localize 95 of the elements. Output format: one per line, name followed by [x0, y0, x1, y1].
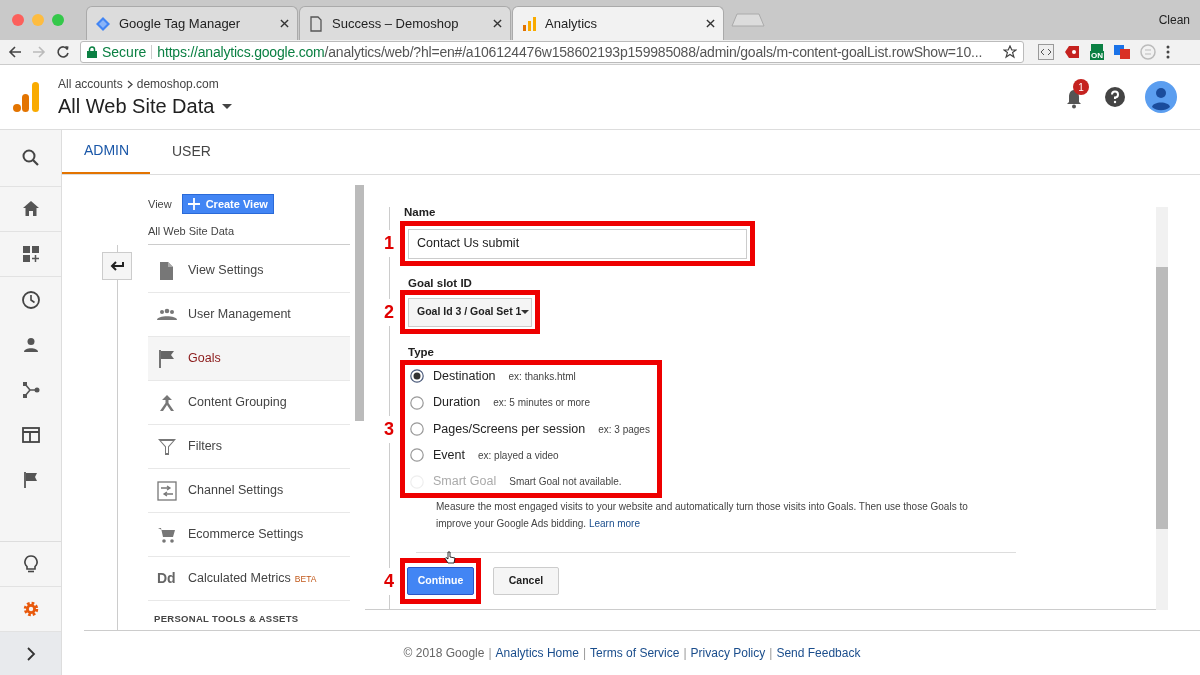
- radio-button[interactable]: [410, 369, 424, 384]
- help-icon[interactable]: [1105, 87, 1125, 107]
- nav-item[interactable]: Ecommerce Settings: [148, 513, 350, 557]
- nav-item[interactable]: Dd Calculated Metrics BETA: [148, 557, 350, 601]
- sliders-icon: [157, 480, 177, 501]
- filter-icon: [157, 436, 177, 457]
- smart-goal-description: Measure the most engaged visits to your website and automatically turn those visits into Goals. Then use those Goals to improve your Google Ads bidding. Learn more: [436, 500, 969, 531]
- nav-item[interactable]: Channel Settings: [148, 469, 350, 513]
- back-arrow-icon: [110, 261, 124, 271]
- separator-text: |: [582, 645, 587, 662]
- option-example: ex: 5 minutes or more: [493, 396, 590, 411]
- nav-item[interactable]: Content Grouping: [148, 381, 350, 425]
- close-icon[interactable]: [493, 19, 502, 28]
- reload-icon[interactable]: [56, 45, 70, 59]
- bar-chart-icon: [521, 15, 537, 32]
- name-field[interactable]: Contact Us submit: [408, 228, 747, 259]
- url-text: https://analytics.google.com/analytics/web/?hl=en#/a106124476w158602193p159985088/admin/goals/m-content-goalList.rowShow=10...: [157, 42, 983, 62]
- search-icon[interactable]: [20, 148, 41, 168]
- extension-badge[interactable]: ON: [1090, 51, 1104, 60]
- metrics-glyph: Dd: [157, 569, 177, 588]
- field-label: Name: [404, 207, 437, 220]
- radio-button[interactable]: [410, 395, 424, 410]
- option-label: Pages/Screens per session: [433, 420, 586, 438]
- analytics-logo-icon[interactable]: [13, 82, 39, 112]
- option-example: ex: thanks.html: [508, 369, 576, 384]
- more-icon[interactable]: [1166, 45, 1170, 59]
- separator-text: |: [769, 645, 773, 662]
- browser-tab[interactable]: Analytics: [512, 6, 724, 40]
- dashboard-add-icon[interactable]: [20, 244, 41, 264]
- lock-icon: [87, 46, 97, 58]
- section-heading: PERSONAL TOOLS & ASSETS: [153, 612, 300, 623]
- option-label: Duration: [433, 394, 481, 412]
- expand-icon[interactable]: [25, 646, 36, 661]
- document-icon: [308, 15, 324, 32]
- separator-text: |: [488, 645, 492, 662]
- browser-tab[interactable]: Success – Demoshop: [299, 6, 511, 40]
- separator-text: |: [683, 645, 687, 662]
- create-view-button[interactable]: Create View: [181, 194, 274, 214]
- footer-link[interactable]: Privacy Policy: [690, 644, 766, 662]
- tab-title: Success – Demoshop: [332, 14, 460, 33]
- footer-link[interactable]: Analytics Home: [495, 644, 579, 662]
- plus-icon: [187, 198, 200, 210]
- field-label: Goal slot ID: [408, 276, 473, 290]
- view-label: View: [148, 196, 172, 212]
- tab-title: Analytics: [545, 14, 599, 33]
- option-label: Destination: [433, 367, 496, 385]
- view-selector[interactable]: All Web Site Data: [58, 93, 233, 119]
- browser-window-icon[interactable]: [20, 424, 41, 445]
- merge-icon: [157, 392, 177, 413]
- option-example: ex: 3 pages: [598, 422, 650, 437]
- scrollbar-thumb[interactable]: [355, 185, 364, 421]
- option-label: Event: [433, 447, 465, 465]
- caret-icon: [222, 103, 233, 109]
- breadcrumb-link[interactable]: All accounts: [58, 75, 123, 93]
- scrollbar-thumb[interactable]: [1156, 267, 1168, 529]
- copyright-text: © 2018 Google: [403, 645, 485, 662]
- chevron-right-icon: [126, 79, 133, 89]
- option-label: Smart Goal: [433, 473, 497, 491]
- diamond-icon: [95, 15, 111, 32]
- breadcrumb-link[interactable]: demoshop.com: [136, 75, 219, 93]
- learn-more-link[interactable]: Learn more: [588, 517, 640, 529]
- hand-cursor-icon: [444, 551, 456, 565]
- branch-icon[interactable]: [20, 379, 41, 400]
- notification-badge: 1: [1073, 79, 1089, 95]
- beta-label: BETA: [294, 573, 317, 586]
- nav-item[interactable]: View Settings: [148, 249, 350, 293]
- close-icon[interactable]: [706, 19, 715, 28]
- radio-button[interactable]: [410, 422, 424, 436]
- view-name: All Web Site Data: [148, 223, 350, 245]
- admin-tab[interactable]: ADMIN: [62, 129, 150, 174]
- avatar-icon[interactable]: [1145, 81, 1177, 113]
- footer-link[interactable]: Send Feedback: [776, 644, 861, 662]
- nav-item[interactable]: Filters: [148, 425, 350, 469]
- code-icon[interactable]: [1038, 44, 1054, 60]
- secure-label: Secure: [102, 42, 147, 62]
- footer-link[interactable]: Terms of Service: [590, 644, 680, 662]
- goal-slot-dropdown[interactable]: Goal Id 3 / Goal Set 1: [408, 297, 532, 327]
- continue-button[interactable]: Continue: [407, 567, 474, 595]
- address-field[interactable]: Secure https://analytics.google.com/analytics/web/?hl=en#/a106124476w158602193p159985088/admin/goals/m-content-goalList.rowShow=10...: [80, 41, 1024, 63]
- back-icon[interactable]: [8, 45, 22, 59]
- caret-icon: [521, 310, 530, 314]
- close-icon[interactable]: [280, 19, 289, 28]
- clock-icon[interactable]: [20, 289, 41, 310]
- option-example: Smart Goal not available.: [509, 475, 622, 490]
- back-button[interactable]: [102, 252, 132, 280]
- cancel-button[interactable]: Cancel: [493, 567, 559, 595]
- nav-item[interactable]: Goals: [148, 337, 350, 381]
- option-example: ex: played a video: [477, 448, 559, 463]
- profile-name[interactable]: Clean: [1158, 11, 1190, 29]
- star-icon[interactable]: [1003, 45, 1017, 59]
- tab-title: Google Tag Manager: [119, 14, 242, 33]
- browser-tab[interactable]: Google Tag Manager: [86, 6, 298, 40]
- radio-button[interactable]: [410, 448, 424, 463]
- field-label: Type: [408, 345, 435, 359]
- admin-tab[interactable]: USER: [150, 129, 230, 174]
